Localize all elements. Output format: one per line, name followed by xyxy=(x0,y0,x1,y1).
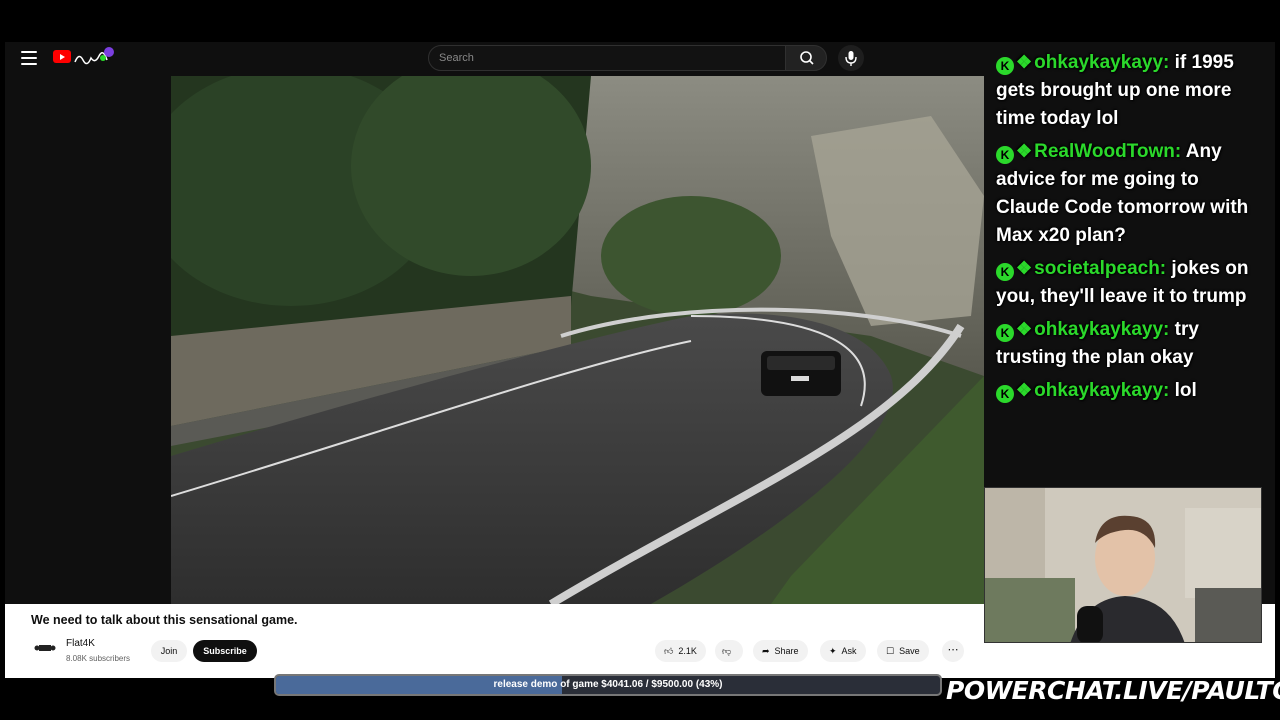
chat-message: K ❖ ohkaykaykayy: if 1995 gets brought up … xyxy=(996,48,1266,133)
chat-username: ohkaykaykayy: xyxy=(1034,319,1170,340)
youtube-logo[interactable] xyxy=(53,50,71,63)
chat-message: K ❖ societalpeach: jokes on you, they'll l… xyxy=(996,254,1266,311)
share-icon: ➦ xyxy=(762,645,770,656)
ask-button[interactable]: ✦ Ask xyxy=(820,640,866,662)
diamond-badge-icon: ❖ xyxy=(1016,258,1033,278)
more-actions-button[interactable]: ⋯ xyxy=(942,640,964,662)
voice-search-button[interactable] xyxy=(838,45,864,71)
powerchat-url: POWERCHAT.LIVE/PAULTOWN xyxy=(946,676,1280,705)
diamond-badge-icon: ❖ xyxy=(1016,52,1033,72)
chat-username: RealWoodTown: xyxy=(1034,141,1182,162)
video-player[interactable] xyxy=(171,76,984,604)
channel-avatar[interactable] xyxy=(33,642,57,654)
channel-name[interactable]: Flat4K xyxy=(66,638,95,649)
racing-game-scene xyxy=(171,76,984,604)
join-button[interactable]: Join xyxy=(151,640,187,662)
share-button[interactable]: ➦ Share xyxy=(753,640,808,662)
sparkle-icon: ✦ xyxy=(829,645,837,656)
diamond-badge-icon: ❖ xyxy=(1016,380,1033,400)
bookmark-icon: ☐ xyxy=(886,645,895,656)
dislike-button[interactable]: 👎︎ xyxy=(715,640,743,662)
chat-username: ohkaykaykayy: xyxy=(1034,380,1170,401)
diamond-badge-icon: ❖ xyxy=(1016,141,1033,161)
search-input[interactable]: Search xyxy=(428,45,786,71)
thumbs-down-icon: 👎︎ xyxy=(722,645,732,656)
kick-badge-icon: K xyxy=(996,57,1014,75)
chat-overlay: K ❖ ohkaykaykayy: if 1995 gets brought up … xyxy=(996,48,1266,409)
donation-goal-bar: release demo of game $4041.06 / $9500.00… xyxy=(274,674,942,696)
streamer-camera-image xyxy=(985,488,1261,642)
thumbs-up-icon: 👍︎ xyxy=(664,645,674,656)
subscriber-count: 8.08K subscribers xyxy=(66,654,131,663)
webcam-feed xyxy=(984,487,1262,643)
chat-username: societalpeach: xyxy=(1034,258,1167,279)
doodle-logo[interactable] xyxy=(73,46,115,68)
chat-message: K ❖ ohkaykaykayy: try trusting the plan ok… xyxy=(996,315,1266,372)
chat-message: K ❖ RealWoodTown: Any advice for me going … xyxy=(996,137,1266,250)
search-icon xyxy=(800,51,814,65)
like-count: 2.1K xyxy=(678,646,697,656)
save-button[interactable]: ☐ Save xyxy=(877,640,929,662)
subscribe-button[interactable]: Subscribe xyxy=(193,640,257,662)
ask-label: Ask xyxy=(841,646,857,656)
letterbox-top xyxy=(0,0,1280,42)
save-label: Save xyxy=(899,646,920,656)
kick-badge-icon: K xyxy=(996,146,1014,164)
mic-icon xyxy=(845,51,857,66)
chat-message: K ❖ ohkaykaykayy: lol xyxy=(996,376,1266,405)
kick-badge-icon: K xyxy=(996,385,1014,403)
like-button[interactable]: 👍︎ 2.1K xyxy=(655,640,706,662)
search-button[interactable] xyxy=(785,45,827,71)
video-title: We need to talk about this sensational g… xyxy=(31,613,298,627)
share-label: Share xyxy=(774,646,799,656)
donation-goal-label: release demo of game $4041.06 / $9500.00… xyxy=(493,679,723,690)
chat-username: ohkaykaykayy: xyxy=(1034,52,1170,73)
diamond-badge-icon: ❖ xyxy=(1016,319,1033,339)
kick-badge-icon: K xyxy=(996,263,1014,281)
kick-badge-icon: K xyxy=(996,324,1014,342)
menu-icon[interactable] xyxy=(21,51,37,65)
chat-text: lol xyxy=(1174,380,1197,401)
